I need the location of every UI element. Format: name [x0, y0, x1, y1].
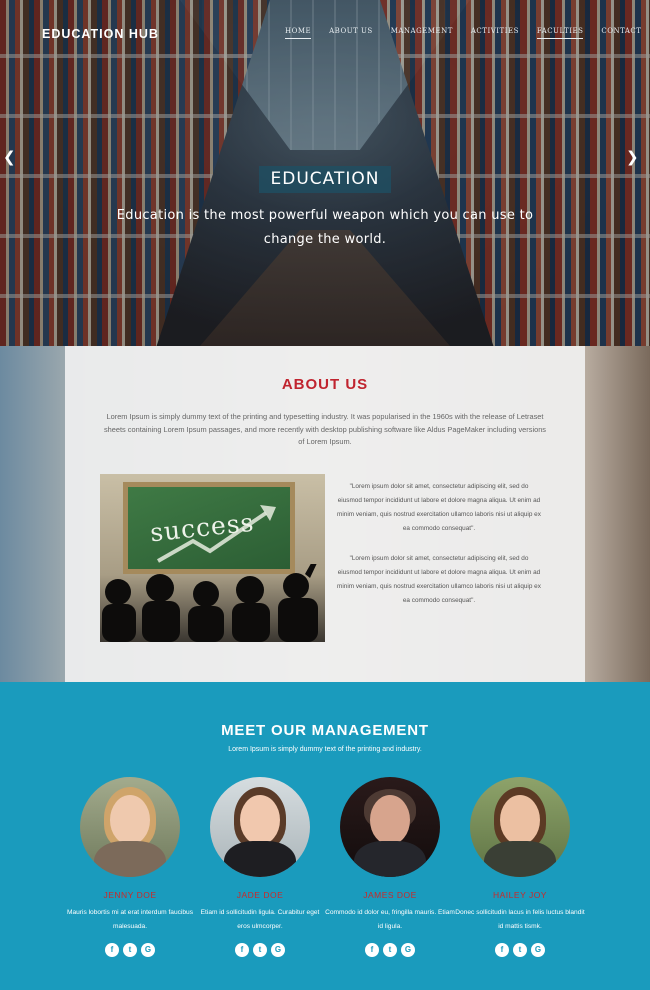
- twitter-icon[interactable]: t: [513, 943, 527, 957]
- hero-title: EDUCATION: [259, 166, 391, 193]
- avatar: [210, 777, 310, 877]
- member-name: JADE DOE: [236, 890, 284, 900]
- social-links: f t G: [455, 943, 585, 957]
- avatar: [470, 777, 570, 877]
- navbar: EDUCATION HUB HOME ABOUT US MANAGEMENT A…: [0, 0, 650, 60]
- chevron-left-icon[interactable]: ❮: [3, 148, 16, 166]
- member-name: HAILEY JOY: [493, 890, 547, 900]
- audience-silhouettes: [102, 564, 318, 642]
- member-card: HAILEY JOY Donec sollicitudin lacus in f…: [455, 777, 585, 967]
- nav-activities[interactable]: ACTIVITIES: [471, 27, 519, 39]
- twitter-icon[interactable]: t: [123, 943, 137, 957]
- avatar: [80, 777, 180, 877]
- chalkboard: success: [123, 482, 295, 574]
- google-plus-icon[interactable]: G: [531, 943, 545, 957]
- quote-2: "Lorem ipsum dolor sit amet, consectetur…: [337, 555, 541, 604]
- twitter-icon[interactable]: t: [383, 943, 397, 957]
- success-image: success: [100, 474, 325, 642]
- about-text: Lorem Ipsum is simply dummy text of the …: [103, 412, 547, 447]
- social-links: f t G: [65, 943, 195, 957]
- nav-about-us[interactable]: ABOUT US: [329, 27, 373, 39]
- about-panel: ABOUT US Lorem Ipsum is simply dummy tex…: [65, 346, 585, 682]
- about-title: ABOUT US: [281, 376, 369, 393]
- member-name: JENNY DOE: [103, 890, 157, 900]
- avatar: [340, 777, 440, 877]
- hero-slider: EDUCATION HUB HOME ABOUT US MANAGEMENT A…: [0, 0, 650, 346]
- nav-home[interactable]: HOME: [285, 27, 312, 39]
- management-subtitle: Lorem Ipsum is simply dummy text of the …: [228, 746, 422, 753]
- member-bio: Etiam id sollicitudin ligula. Curabitur …: [200, 909, 320, 930]
- facebook-icon[interactable]: f: [495, 943, 509, 957]
- quote-1: "Lorem ipsum dolor sit amet, consectetur…: [337, 483, 541, 532]
- member-card: JAMES DOE Commodo id dolor eu, fringilla…: [325, 777, 455, 967]
- member-card: JENNY DOE Mauris lobortis mi at erat int…: [65, 777, 195, 967]
- nav-contact[interactable]: CONTACT: [601, 27, 641, 39]
- member-bio: Donec sollicitudin lacus in felis luctus…: [455, 909, 585, 930]
- facebook-icon[interactable]: f: [365, 943, 379, 957]
- about-section: ABOUT US Lorem Ipsum is simply dummy tex…: [0, 346, 650, 682]
- member-bio: Commodo id dolor eu, fringilla mauris. E…: [325, 909, 455, 930]
- testimonial-quotes: "Lorem ipsum dolor sit amet, consectetur…: [337, 480, 541, 608]
- management-title: MEET OUR MANAGEMENT: [221, 722, 429, 739]
- nav-management[interactable]: MANAGEMENT: [391, 27, 453, 39]
- google-plus-icon[interactable]: G: [401, 943, 415, 957]
- facebook-icon[interactable]: f: [235, 943, 249, 957]
- main-nav: HOME ABOUT US MANAGEMENT ACTIVITIES FACU…: [285, 27, 641, 39]
- hero-tagline: Education is the most powerful weapon wh…: [116, 208, 534, 247]
- nav-faculties[interactable]: FACULTIES: [536, 27, 584, 39]
- facebook-icon[interactable]: f: [105, 943, 119, 957]
- google-plus-icon[interactable]: G: [141, 943, 155, 957]
- google-plus-icon[interactable]: G: [271, 943, 285, 957]
- member-bio: Mauris lobortis mi at erat interdum fauc…: [66, 909, 194, 930]
- social-links: f t G: [195, 943, 325, 957]
- chevron-right-icon[interactable]: ❯: [626, 148, 639, 166]
- social-links: f t G: [325, 943, 455, 957]
- member-card: JADE DOE Etiam id sollicitudin ligula. C…: [195, 777, 325, 967]
- member-name: JAMES DOE: [363, 890, 417, 900]
- management-section: MEET OUR MANAGEMENT Lorem Ipsum is simpl…: [0, 682, 650, 990]
- site-logo[interactable]: EDUCATION HUB: [42, 27, 159, 41]
- twitter-icon[interactable]: t: [253, 943, 267, 957]
